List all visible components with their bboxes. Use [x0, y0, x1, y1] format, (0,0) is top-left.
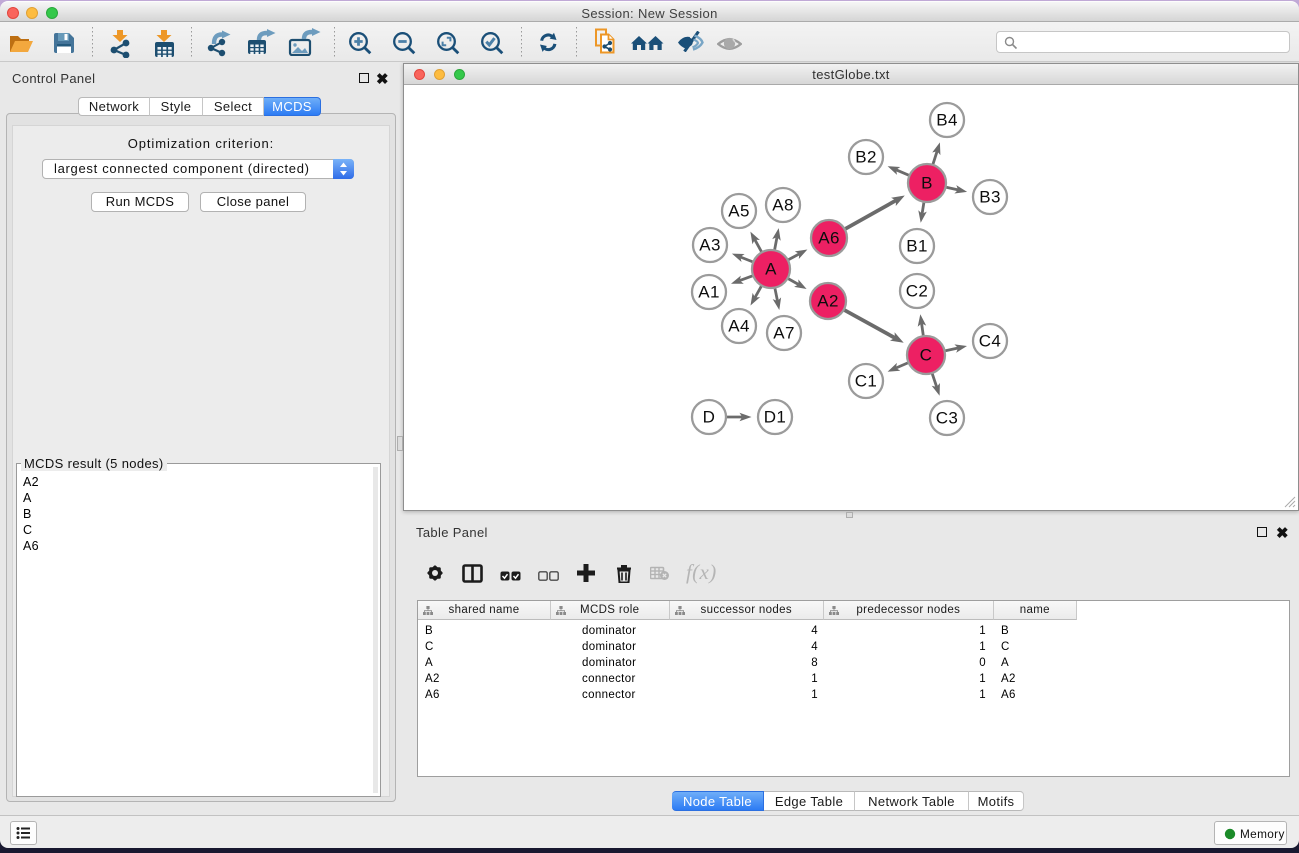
svg-text:A1: A1	[698, 283, 720, 302]
svg-text:A8: A8	[772, 196, 794, 215]
svg-text:B2: B2	[855, 148, 877, 167]
svg-text:C3: C3	[936, 409, 958, 428]
svg-text:A3: A3	[699, 236, 721, 255]
svg-text:C1: C1	[855, 372, 877, 391]
svg-text:D: D	[703, 408, 716, 427]
svg-text:A7: A7	[773, 324, 795, 343]
svg-text:C2: C2	[906, 282, 928, 301]
svg-text:D1: D1	[764, 408, 786, 427]
svg-text:B1: B1	[906, 237, 928, 256]
svg-text:A2: A2	[817, 292, 839, 311]
svg-text:Memory: Memory	[1240, 827, 1285, 841]
svg-text:C: C	[920, 346, 933, 365]
svg-text:A: A	[765, 260, 777, 279]
svg-text:B: B	[921, 174, 933, 193]
svg-text:B4: B4	[936, 111, 958, 130]
svg-text:A5: A5	[728, 202, 750, 221]
svg-text:A4: A4	[728, 317, 750, 336]
svg-text:B3: B3	[979, 188, 1001, 207]
svg-text:A6: A6	[818, 229, 840, 248]
svg-text:C4: C4	[979, 332, 1001, 351]
